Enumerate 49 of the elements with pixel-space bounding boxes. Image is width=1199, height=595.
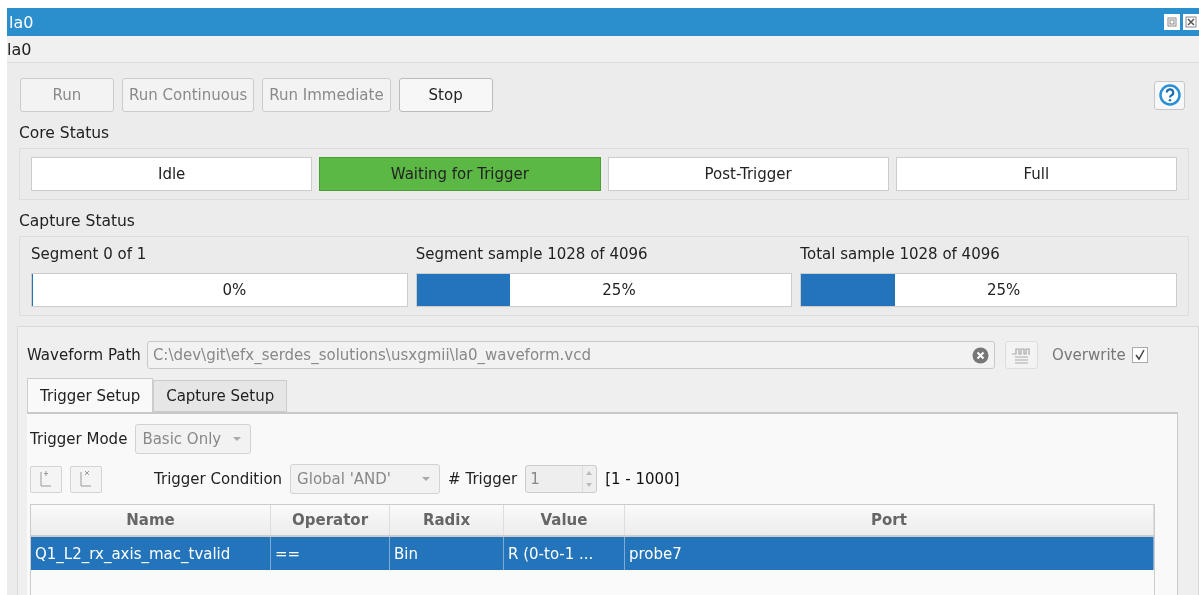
table-cell: == xyxy=(271,537,390,570)
table-cell: probe7 xyxy=(625,537,1154,570)
path-field[interactable]: C:\dev\git\efx_serdes_solutions\usxgmii\la0_waveform.vcd xyxy=(146,341,995,369)
caret-icon xyxy=(232,436,243,442)
field-label: Waveform Path xyxy=(27,346,141,364)
range-label: [1 - 1000] xyxy=(605,470,680,488)
column-header[interactable]: Port xyxy=(625,505,1154,535)
close-icon[interactable] xyxy=(1183,14,1199,30)
window-title: la0 xyxy=(8,12,34,32)
progress-caption: Segment sample 1028 of 4096 xyxy=(415,245,649,265)
column-header[interactable]: Value xyxy=(504,505,625,535)
field-label: Trigger Mode xyxy=(30,430,128,448)
toolbar-button[interactable]: Stop xyxy=(398,78,493,112)
trigger-count-spinbox[interactable]: 1 xyxy=(525,465,598,493)
add-trigger-button[interactable] xyxy=(30,465,62,493)
field-label: Trigger Condition xyxy=(154,470,283,488)
progress-caption: Total sample 1028 of 4096 xyxy=(800,245,1001,265)
overwrite-checkbox[interactable] xyxy=(1131,347,1148,363)
table-cell: Bin xyxy=(390,537,504,570)
column-header[interactable]: Radix xyxy=(390,505,504,535)
table-cell: Q1_L2_rx_axis_mac_tvalid xyxy=(31,537,271,570)
help-icon xyxy=(1158,84,1181,106)
waveform-button[interactable] xyxy=(1004,341,1038,369)
column-header[interactable]: Name xyxy=(31,505,271,535)
progress-reading: 0% xyxy=(222,281,247,299)
help-button[interactable] xyxy=(1154,80,1185,110)
status-indicator: Post-Trigger xyxy=(607,157,889,191)
status-indicator: Waiting for Trigger xyxy=(319,157,601,191)
progress-caption: Segment 0 of 1 xyxy=(31,245,148,265)
panel-title: la0 xyxy=(7,39,32,59)
progress-reading: 25% xyxy=(602,281,636,299)
progress-reading: 25% xyxy=(987,281,1021,299)
section-label: Core Status xyxy=(19,124,111,144)
column-header[interactable]: Operator xyxy=(271,505,390,535)
status-indicator: Idle xyxy=(31,157,313,191)
waveform-icon xyxy=(1010,345,1033,365)
trigger-mode-dropdown[interactable]: Basic Only xyxy=(135,424,252,454)
table-row[interactable]: Q1_L2_rx_axis_mac_tvalid == Bin R (0-to-1 ... probe7 xyxy=(31,537,1154,570)
clear-icon[interactable] xyxy=(971,346,989,364)
remove-trigger-button[interactable] xyxy=(70,465,102,493)
trigger-condition-dropdown[interactable]: Global 'AND' xyxy=(290,464,441,494)
tab[interactable]: Capture Setup xyxy=(153,380,288,412)
section-label: Capture Status xyxy=(19,212,136,232)
table-cell: R (0-to-1 ... xyxy=(504,537,625,570)
field-label: # Trigger xyxy=(448,470,518,488)
caret-icon xyxy=(421,476,432,482)
status-indicator: Full xyxy=(895,157,1177,191)
tab[interactable]: Trigger Setup xyxy=(27,378,154,412)
checkbox-label: Overwrite xyxy=(1051,346,1126,364)
